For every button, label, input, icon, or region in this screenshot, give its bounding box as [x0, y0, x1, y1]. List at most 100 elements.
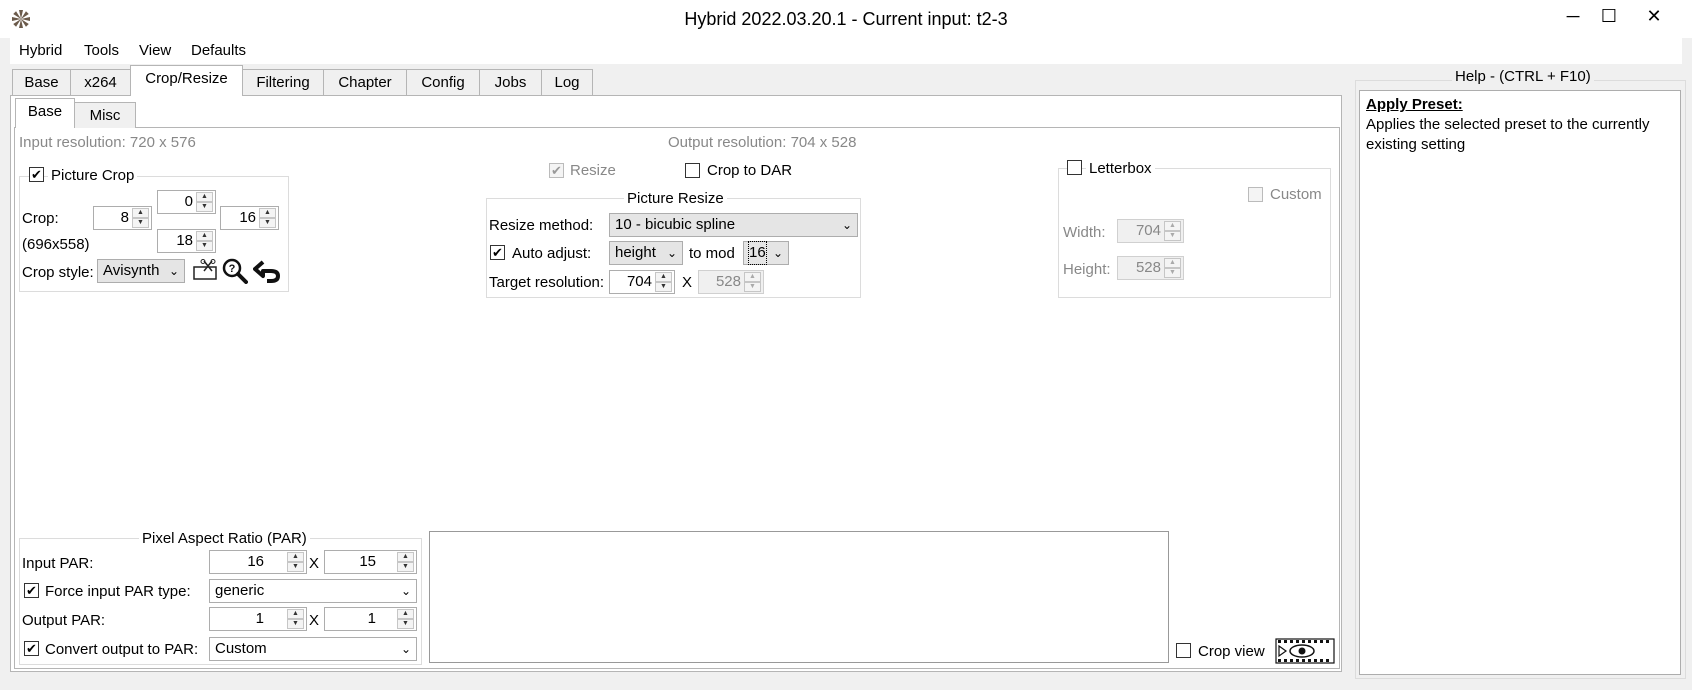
- tab-x264[interactable]: x264: [70, 69, 131, 95]
- menu-tools[interactable]: Tools: [84, 42, 119, 59]
- menu-bar: [10, 38, 1682, 64]
- force-par-checkbox[interactable]: ✔: [24, 583, 39, 598]
- tab-jobs[interactable]: Jobs: [479, 69, 542, 95]
- chevron-down-icon: ⌄: [666, 246, 677, 260]
- resize-checkbox[interactable]: ✔: [549, 163, 564, 178]
- auto-adjust-value: height: [615, 244, 656, 261]
- crop-right-value: 16: [239, 209, 256, 226]
- crop-style-combo[interactable]: Avisynth ⌄: [97, 259, 185, 283]
- letterbox-checkbox[interactable]: [1067, 160, 1082, 175]
- undo-icon[interactable]: [253, 258, 283, 284]
- picture-resize-legend: Picture Resize: [624, 190, 727, 207]
- chevron-down-icon: ⌄: [772, 246, 783, 260]
- auto-adjust-checkbox[interactable]: ✔: [490, 245, 505, 260]
- arrow-up-icon[interactable]: ▲: [259, 208, 276, 218]
- chevron-down-icon: ⌄: [841, 218, 852, 232]
- arrow-up-icon[interactable]: ▲: [397, 552, 414, 562]
- arrow-down-icon[interactable]: ▼: [132, 218, 149, 228]
- output-par-a-value: 1: [255, 610, 264, 627]
- crop-view-label: Crop view: [1198, 643, 1265, 660]
- maximize-button[interactable]: ☐: [1586, 0, 1632, 32]
- letterbox-width-spinbox[interactable]: 704 ▲ ▼: [1117, 219, 1184, 243]
- crop-view-checkbox[interactable]: [1176, 643, 1191, 658]
- crop-bottom-spinbox[interactable]: 18 ▲ ▼: [157, 229, 216, 253]
- crop-top-spinbox[interactable]: 0 ▲ ▼: [157, 190, 216, 214]
- arrow-up-icon[interactable]: ▲: [287, 609, 304, 619]
- chevron-down-icon: ⌄: [168, 264, 179, 278]
- tab-config[interactable]: Config: [406, 69, 480, 95]
- letterbox-height-spinbox[interactable]: 528 ▲ ▼: [1117, 256, 1184, 280]
- subtab-misc[interactable]: Misc: [74, 102, 136, 128]
- arrow-down-icon[interactable]: ▼: [259, 218, 276, 228]
- preview-film-icon[interactable]: [1275, 636, 1335, 666]
- arrow-up-icon[interactable]: ▲: [132, 208, 149, 218]
- input-par-a-value: 16: [247, 553, 264, 570]
- arrow-up-icon[interactable]: ▲: [196, 192, 213, 202]
- menu-hybrid[interactable]: Hybrid: [19, 42, 62, 59]
- crop-top-value: 0: [184, 193, 193, 210]
- arrow-up-icon[interactable]: ▲: [287, 552, 304, 562]
- convert-par-combo[interactable]: Custom ⌄: [209, 637, 417, 661]
- output-par-a-spinbox[interactable]: 1 ▲ ▼: [209, 607, 307, 631]
- convert-par-checkbox[interactable]: ✔: [24, 641, 39, 656]
- tab-filtering[interactable]: Filtering: [242, 69, 324, 95]
- input-par-x-separator: X: [309, 555, 320, 572]
- input-par-b-spinbox[interactable]: 15 ▲ ▼: [324, 550, 417, 574]
- target-width-value: 704: [626, 273, 652, 290]
- letterbox-label: Letterbox: [1086, 160, 1155, 177]
- target-x-separator: X: [682, 274, 693, 291]
- force-par-combo[interactable]: generic ⌄: [209, 579, 417, 603]
- crop-to-dar-label: Crop to DAR: [707, 162, 793, 179]
- arrow-down-icon[interactable]: ▼: [287, 619, 304, 629]
- arrow-down-icon[interactable]: ▼: [1164, 231, 1181, 241]
- tab-chapter[interactable]: Chapter: [323, 69, 407, 95]
- picture-crop-checkbox[interactable]: ✔: [29, 167, 44, 182]
- arrow-up-icon[interactable]: ▲: [1164, 221, 1181, 231]
- arrow-up-icon[interactable]: ▲: [1164, 258, 1181, 268]
- arrow-up-icon[interactable]: ▲: [196, 231, 213, 241]
- arrow-down-icon[interactable]: ▼: [655, 282, 672, 292]
- arrow-down-icon[interactable]: ▼: [1164, 268, 1181, 278]
- crop-bottom-value: 18: [176, 232, 193, 249]
- tab-crop-resize[interactable]: Crop/Resize: [130, 65, 243, 96]
- target-width-spinbox[interactable]: 704 ▲ ▼: [609, 270, 675, 294]
- tab-base[interactable]: Base: [12, 69, 71, 95]
- arrow-up-icon[interactable]: ▲: [744, 272, 761, 282]
- arrow-down-icon[interactable]: ▼: [744, 282, 761, 292]
- auto-adjust-combo[interactable]: height ⌄: [609, 241, 683, 265]
- arrow-down-icon[interactable]: ▼: [196, 241, 213, 251]
- letterbox-custom-checkbox[interactable]: [1248, 187, 1263, 202]
- input-par-a-spinbox[interactable]: 16 ▲ ▼: [209, 550, 307, 574]
- menu-view[interactable]: View: [139, 42, 171, 59]
- arrow-up-icon[interactable]: ▲: [655, 272, 672, 282]
- input-par-b-value: 15: [359, 553, 376, 570]
- crop-left-spinbox[interactable]: 8 ▲ ▼: [93, 206, 152, 230]
- output-par-b-spinbox[interactable]: 1 ▲ ▼: [324, 607, 417, 631]
- arrow-down-icon[interactable]: ▼: [287, 562, 304, 572]
- window-title: Hybrid 2022.03.20.1 - Current input: t2-…: [684, 9, 1008, 29]
- crop-cut-icon[interactable]: [192, 259, 218, 283]
- subtab-base[interactable]: Base: [15, 98, 75, 128]
- preview-area[interactable]: [429, 531, 1169, 663]
- crop-style-value: Avisynth: [103, 262, 160, 279]
- help-panel: [1359, 90, 1681, 675]
- arrow-down-icon[interactable]: ▼: [397, 562, 414, 572]
- convert-par-label: Convert output to PAR:: [45, 641, 199, 658]
- arrow-down-icon[interactable]: ▼: [397, 619, 414, 629]
- target-height-value: 528: [715, 273, 741, 290]
- zoom-preview-icon[interactable]: ?: [222, 258, 248, 284]
- crop-to-dar-checkbox[interactable]: [685, 163, 700, 178]
- arrow-down-icon[interactable]: ▼: [196, 202, 213, 212]
- close-button[interactable]: ✕: [1631, 0, 1677, 32]
- resize-method-combo[interactable]: 10 - bicubic spline ⌄: [609, 213, 858, 237]
- letterbox-height-value: 528: [1135, 259, 1161, 276]
- mod-combo[interactable]: 16 ⌄: [743, 241, 789, 265]
- help-body: Applies the selected preset to the curre…: [1366, 116, 1650, 153]
- letterbox-width-value: 704: [1135, 222, 1161, 239]
- resize-label: Resize: [570, 162, 616, 179]
- menu-defaults[interactable]: Defaults: [191, 42, 246, 59]
- crop-right-spinbox[interactable]: 16 ▲ ▼: [220, 206, 279, 230]
- tab-log[interactable]: Log: [541, 69, 593, 95]
- target-height-spinbox[interactable]: 528 ▲ ▼: [698, 270, 764, 294]
- arrow-up-icon[interactable]: ▲: [397, 609, 414, 619]
